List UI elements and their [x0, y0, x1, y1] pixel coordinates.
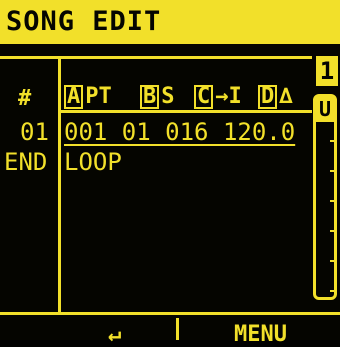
scroll-tick: [330, 140, 336, 142]
scrollbar[interactable]: [313, 94, 337, 300]
menu-button[interactable]: MENU: [234, 322, 287, 347]
length-icon: →I: [215, 84, 242, 109]
pattern-column-header[interactable]: A PT: [64, 84, 112, 109]
row-index[interactable]: END: [4, 148, 47, 176]
scroll-tick: [330, 260, 336, 262]
column-divider: [58, 58, 61, 312]
row-index[interactable]: 01: [20, 118, 49, 146]
song-edit-screen: SONG EDIT # A PT BS C →I D ∆ 01 001 01 016 …: [0, 0, 340, 347]
scroll-thumb[interactable]: U: [316, 96, 334, 122]
back-return-icon[interactable]: ↵: [108, 322, 121, 347]
scroll-tick: [330, 200, 336, 202]
bank-key-box: B: [140, 85, 160, 109]
tempo-column-header[interactable]: D ∆: [258, 84, 293, 109]
header-bottom-divider: [58, 110, 312, 113]
tempo-key-box: D: [258, 85, 278, 109]
footer-divider: [0, 312, 340, 315]
pattern-header-text: PT: [85, 84, 112, 109]
length-key-box: C: [194, 85, 214, 109]
pattern-key-box: A: [64, 85, 84, 109]
tempo-icon: ∆: [279, 84, 293, 109]
header-top-divider: [0, 56, 312, 59]
scroll-tick: [330, 290, 336, 292]
page-number-badge: 1: [316, 56, 338, 86]
index-column-header: #: [18, 86, 32, 111]
scroll-tick: [330, 230, 336, 232]
length-column-header[interactable]: C →I: [194, 84, 242, 109]
row-values[interactable]: 001 01 016 120.0: [64, 118, 295, 146]
softkey-bar: ↵ MENU: [0, 318, 340, 347]
scroll-tick: [330, 170, 336, 172]
softkey-divider: [176, 318, 179, 340]
row-values[interactable]: LOOP: [64, 148, 122, 176]
page-title: SONG EDIT: [6, 6, 162, 37]
title-bar: SONG EDIT: [0, 0, 340, 44]
bank-column-header[interactable]: BS: [140, 84, 175, 109]
bank-icon: S: [161, 84, 175, 109]
